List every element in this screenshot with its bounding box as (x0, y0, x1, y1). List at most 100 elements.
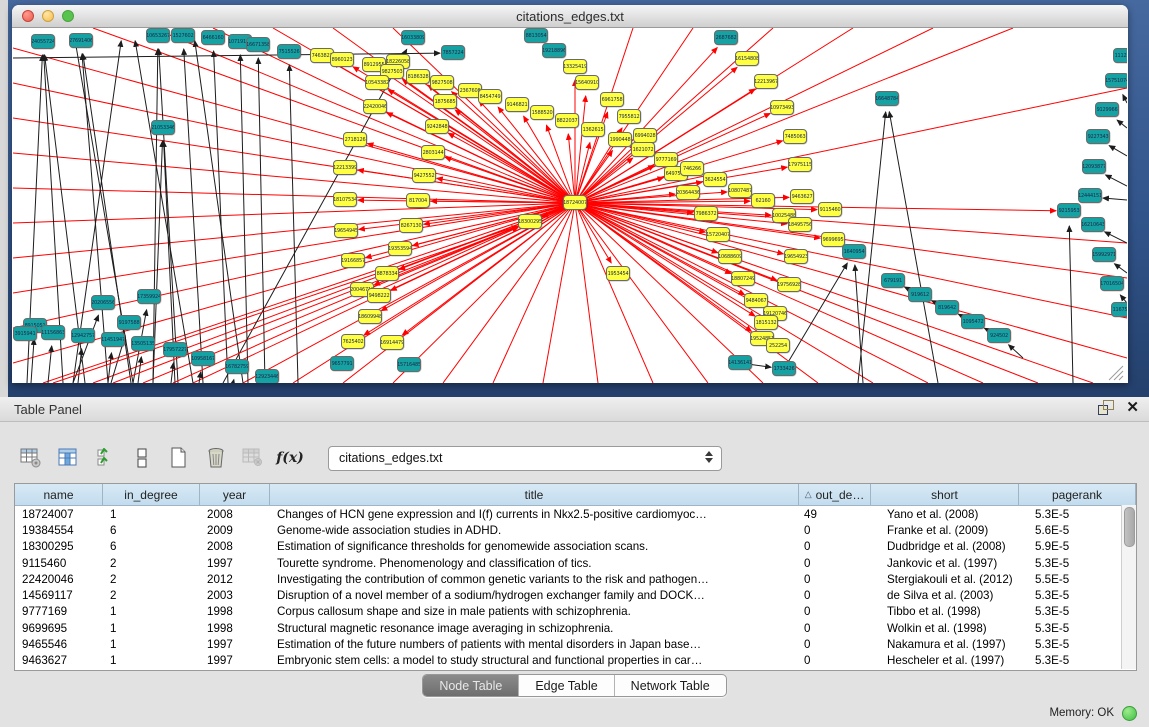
graph-node[interactable]: 15751074 (1105, 73, 1127, 88)
cell-in_degree[interactable]: 1 (103, 638, 200, 651)
cell-name[interactable]: 18724007 (15, 508, 103, 521)
graph-node[interactable]: 7986372 (694, 206, 718, 221)
graph-node[interactable]: 11451947 (101, 332, 125, 347)
cell-out_de[interactable]: 0 (799, 622, 871, 635)
delete-table-icon[interactable] (203, 445, 229, 471)
cell-name[interactable]: 9115460 (15, 557, 103, 570)
table-row[interactable]: 977716911998Corpus callosum shape and si… (15, 604, 1136, 620)
graph-node[interactable]: 18495756 (788, 217, 812, 232)
graph-node[interactable]: 17975115 (788, 157, 812, 172)
graph-node[interactable]: 9498222 (367, 288, 391, 303)
cell-title[interactable]: Estimation of the future numbers of pati… (270, 638, 799, 651)
graph-node[interactable]: 9242848 (425, 119, 449, 134)
graph-node[interactable]: 1167531 (1111, 302, 1127, 317)
cell-in_degree[interactable]: 6 (103, 540, 200, 553)
cell-title[interactable]: Embryonic stem cells: a model to study s… (270, 654, 799, 667)
cell-out_de[interactable]: 0 (799, 589, 871, 602)
cell-in_degree[interactable]: 1 (103, 654, 200, 667)
cell-short[interactable]: Yano et al. (2008) (871, 508, 1019, 521)
cell-year[interactable]: 1998 (200, 622, 270, 635)
graph-node[interactable]: 22420046 (363, 99, 387, 114)
graph-node[interactable]: 14136141 (728, 355, 752, 370)
graph-node[interactable]: 1733426 (772, 361, 796, 376)
graph-node[interactable]: 9463627 (790, 189, 814, 204)
cell-short[interactable]: de Silva et al. (2003) (871, 589, 1019, 602)
cell-in_degree[interactable]: 1 (103, 605, 200, 618)
cell-in_degree[interactable]: 1 (103, 622, 200, 635)
graph-node[interactable]: 819642 (935, 300, 959, 315)
column-header-title[interactable]: title (270, 484, 799, 505)
graph-node[interactable]: 17016504 (1100, 276, 1124, 291)
graph-node[interactable]: 746266 (680, 161, 704, 176)
graph-node[interactable]: 13505135 (131, 336, 155, 351)
graph-node[interactable]: 15716485 (397, 357, 421, 372)
cell-year[interactable]: 1998 (200, 605, 270, 618)
graph-node[interactable]: 2718126 (343, 132, 367, 147)
resize-grip[interactable] (1109, 366, 1123, 380)
table-row[interactable]: 946554611997Estimation of the future num… (15, 636, 1136, 652)
graph-node[interactable]: 15640910 (575, 75, 599, 90)
graph-node[interactable]: 18609948 (358, 309, 382, 324)
tab-network-table[interactable]: Network Table (615, 675, 726, 696)
column-header-in_degree[interactable]: in_degree (103, 484, 200, 505)
table-row[interactable]: 946362711997Embryonic stem cells: a mode… (15, 653, 1136, 669)
window-titlebar[interactable]: citations_edges.txt (12, 5, 1128, 28)
graph-node[interactable]: 7625402 (341, 334, 365, 349)
graph-node[interactable]: 1640954 (842, 244, 866, 259)
cell-pagerank[interactable]: 5.3E-5 (1019, 508, 1136, 521)
network-canvas[interactable]: 1872400718300295746382289601238912955182… (13, 28, 1127, 383)
cell-year[interactable]: 2008 (200, 540, 270, 553)
cell-year[interactable]: 2012 (200, 573, 270, 586)
cell-out_de[interactable]: 0 (799, 573, 871, 586)
graph-node[interactable]: 1815132 (754, 315, 778, 330)
graph-node[interactable]: 1588520 (530, 105, 554, 120)
graph-node[interactable]: 8186328 (406, 69, 430, 84)
cell-short[interactable]: Tibbo et al. (1998) (871, 605, 1019, 618)
cell-in_degree[interactable]: 2 (103, 573, 200, 586)
graph-node[interactable]: 9115460 (818, 202, 842, 217)
graph-node[interactable]: 6466160 (201, 30, 225, 45)
graph-node[interactable]: 10543382 (365, 75, 389, 90)
graph-node[interactable]: 7515526 (277, 44, 301, 59)
graph-node[interactable]: 8878334 (375, 266, 399, 281)
graph-node[interactable]: 1990448 (608, 132, 632, 147)
cell-title[interactable]: Estimation of significance thresholds fo… (270, 540, 799, 553)
graph-node[interactable]: 9129966 (1095, 102, 1119, 117)
graph-node[interactable]: 16154808 (735, 51, 759, 66)
cell-name[interactable]: 18300295 (15, 540, 103, 553)
cell-title[interactable]: Tourette syndrome. Phenomenology and cla… (270, 557, 799, 570)
graph-node[interactable]: 1112304 (1113, 48, 1127, 63)
cell-short[interactable]: Wolkin et al. (1998) (871, 622, 1019, 635)
cell-name[interactable]: 9777169 (15, 605, 103, 618)
cell-year[interactable]: 2009 (200, 524, 270, 537)
cell-title[interactable]: Changes of HCN gene expression and I(f) … (270, 508, 799, 521)
graph-node[interactable]: 1953454 (606, 266, 630, 281)
graph-node[interactable]: 919612 (908, 287, 932, 302)
cell-out_de[interactable]: 0 (799, 557, 871, 570)
graph-node[interactable]: 16033809 (401, 30, 425, 45)
cell-pagerank[interactable]: 5.3E-5 (1019, 589, 1136, 602)
graph-node[interactable]: 11156863 (41, 325, 65, 340)
graph-node[interactable]: 16782759 (225, 359, 249, 374)
graph-node[interactable]: 10653267 (146, 28, 170, 43)
cell-out_de[interactable]: 49 (799, 508, 871, 521)
graph-node[interactable]: 17359924 (137, 289, 161, 304)
cell-pagerank[interactable]: 5.3E-5 (1019, 654, 1136, 667)
graph-node[interactable]: 9657791 (330, 356, 354, 371)
graph-node[interactable]: 7485063 (783, 129, 807, 144)
scrollbar-thumb[interactable] (1124, 507, 1135, 547)
graph-node[interactable]: 12444151 (1078, 188, 1102, 203)
graph-node[interactable]: 9777169 (654, 152, 678, 167)
graph-node[interactable]: 7857224 (441, 45, 465, 60)
graph-node[interactable]: 19218896 (542, 43, 566, 58)
cell-pagerank[interactable]: 5.3E-5 (1019, 605, 1136, 618)
graph-node[interactable]: 17957227 (163, 342, 187, 357)
cell-out_de[interactable]: 0 (799, 638, 871, 651)
cell-name[interactable]: 19384554 (15, 524, 103, 537)
graph-node[interactable]: 1362615 (581, 122, 605, 137)
cell-name[interactable]: 22420046 (15, 573, 103, 586)
graph-node[interactable]: 8822037 (555, 113, 579, 128)
graph-node[interactable]: 20206556 (91, 295, 115, 310)
graph-node[interactable]: 1527602 (171, 28, 195, 43)
cell-short[interactable]: Dudbridge et al. (2008) (871, 540, 1019, 553)
